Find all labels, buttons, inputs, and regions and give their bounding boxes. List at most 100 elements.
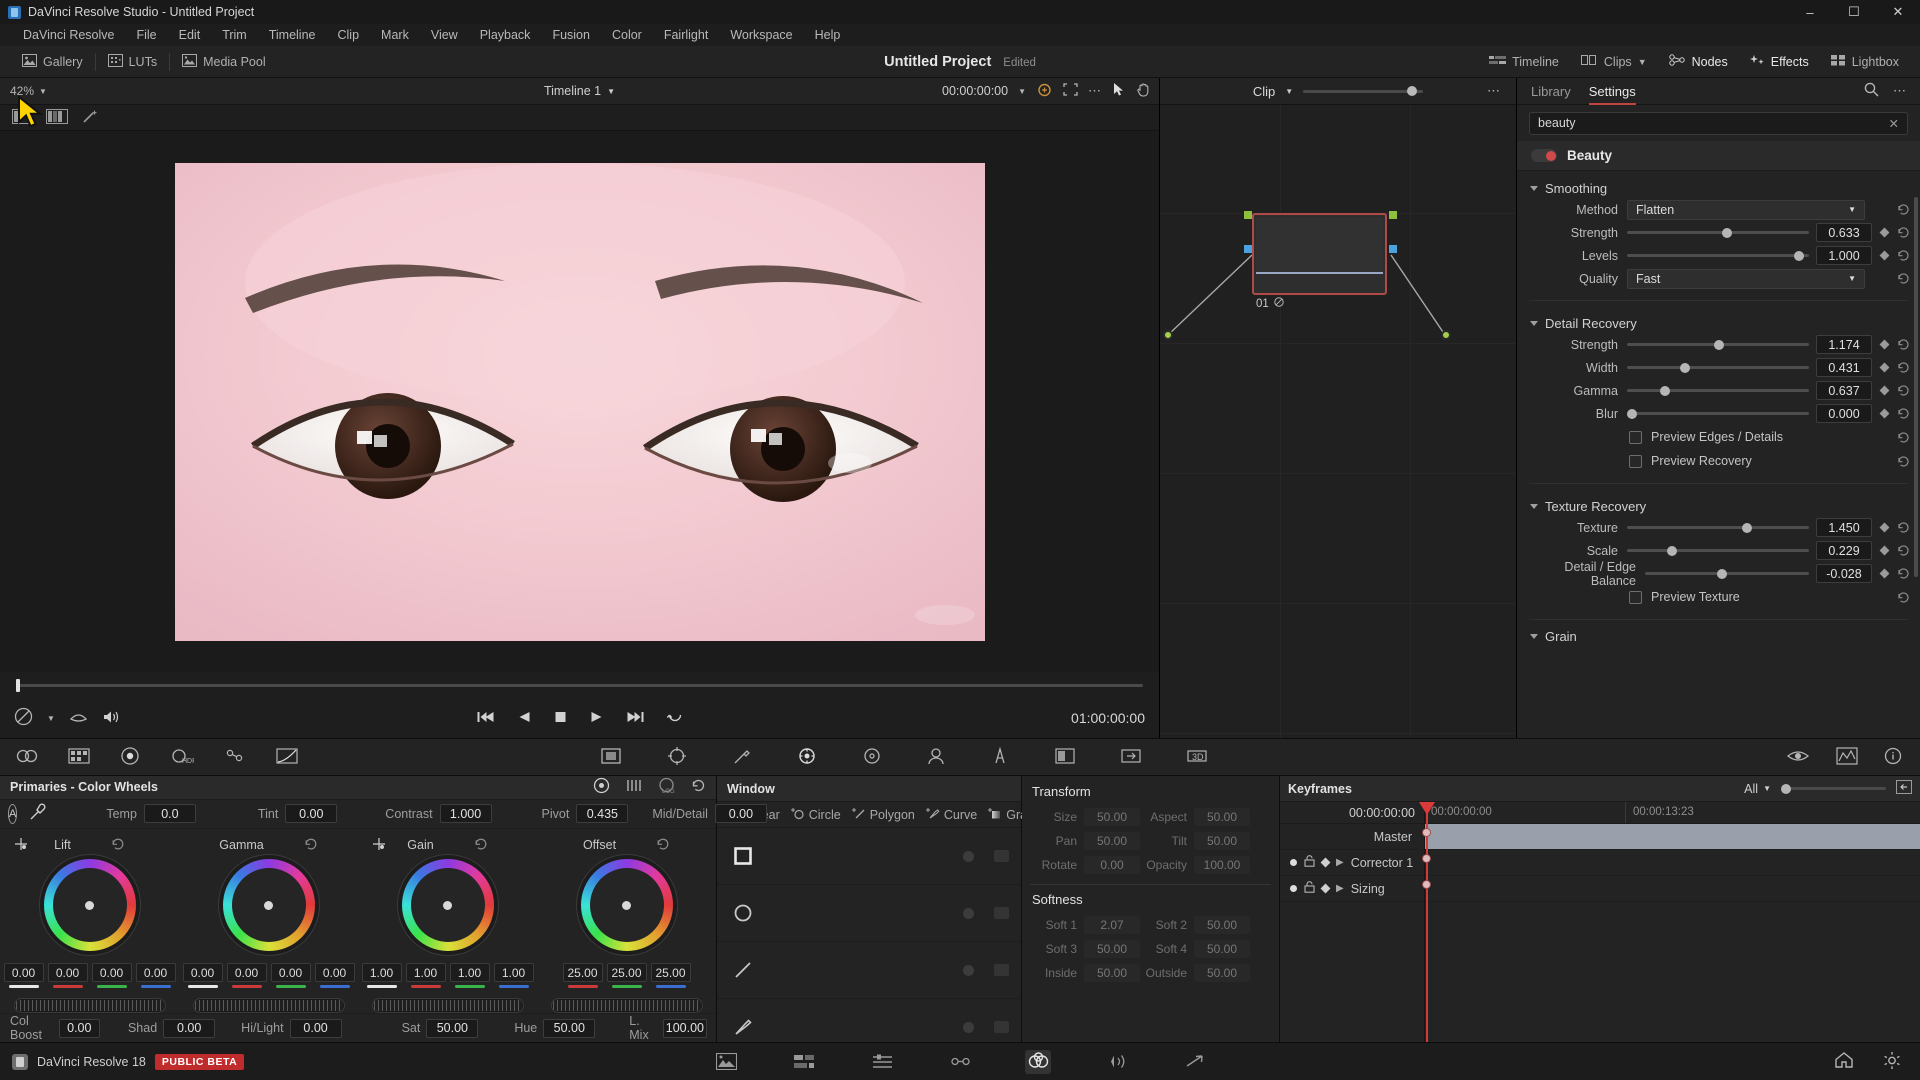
- detail-blur-value[interactable]: 0.000: [1816, 404, 1872, 423]
- menu-trim[interactable]: Trim: [211, 24, 258, 46]
- stereo-3d-icon[interactable]: 3D: [1186, 746, 1208, 769]
- jump-to-end-button[interactable]: [625, 710, 644, 727]
- single-view-icon[interactable]: [12, 108, 32, 127]
- tracker-icon[interactable]: [666, 746, 688, 769]
- lift-color-wheel[interactable]: [43, 859, 136, 951]
- node-output-endpoint[interactable]: [1441, 330, 1451, 340]
- reset-icon[interactable]: [1897, 361, 1910, 374]
- lock-icon[interactable]: [1304, 881, 1315, 896]
- detail-edge-balance-slider[interactable]: [1645, 568, 1809, 579]
- keyframe-diamond-icon[interactable]: [1320, 883, 1331, 894]
- window-list[interactable]: [717, 828, 1021, 1042]
- shad-value[interactable]: 0.00: [163, 1018, 216, 1038]
- node-zoom-knob[interactable]: [1407, 86, 1418, 96]
- menu-playback[interactable]: Playback: [469, 24, 542, 46]
- hdr-wheels-icon[interactable]: HDR: [170, 746, 197, 769]
- loop-playback-button[interactable]: [666, 710, 683, 727]
- col-boost-value[interactable]: 0.00: [58, 1018, 100, 1038]
- value-box[interactable]: 25.00: [606, 963, 647, 982]
- slider-knob[interactable]: [1659, 385, 1670, 396]
- mask-toggle[interactable]: [994, 907, 1009, 919]
- menu-file[interactable]: File: [125, 24, 167, 46]
- expand-track-icon[interactable]: ▶: [1336, 857, 1344, 868]
- chevron-down-icon[interactable]: ▼: [1018, 87, 1026, 96]
- key-icon[interactable]: [1054, 746, 1076, 769]
- texture-slider[interactable]: [1627, 522, 1809, 533]
- slider-knob[interactable]: [1794, 250, 1805, 261]
- reset-icon[interactable]: [1897, 521, 1910, 534]
- keyframes-ruler[interactable]: 00:00:00:00 00:00:13:23: [1425, 802, 1920, 824]
- face-refinement-icon[interactable]: [926, 746, 946, 769]
- node-input-port[interactable]: [1244, 211, 1252, 219]
- reset-icon[interactable]: [1897, 544, 1910, 557]
- lift-master-wheel[interactable]: [13, 998, 166, 1013]
- menu-clip[interactable]: Clip: [327, 24, 371, 46]
- magic-wand-icon[interactable]: [82, 109, 99, 127]
- invert-toggle[interactable]: [963, 850, 974, 862]
- node-mode-label[interactable]: Clip: [1253, 84, 1275, 99]
- reset-icon[interactable]: [1897, 338, 1910, 351]
- keyframe-marker-master[interactable]: [1422, 828, 1431, 837]
- effects-toggle-button[interactable]: Effects: [1739, 46, 1820, 78]
- fairlight-page-button[interactable]: [1103, 1050, 1129, 1074]
- keyframes-playhead[interactable]: [1419, 802, 1435, 1042]
- slider-knob[interactable]: [1741, 522, 1752, 533]
- audio-icon[interactable]: [102, 709, 121, 728]
- log-wheels-mode-icon[interactable]: LOG: [658, 777, 675, 797]
- quality-dropdown[interactable]: Fast ▼: [1627, 268, 1865, 289]
- lock-icon[interactable]: [1304, 855, 1315, 870]
- media-page-button[interactable]: [713, 1050, 739, 1074]
- slider-knob[interactable]: [1679, 362, 1690, 373]
- keyframe-diamond-icon[interactable]: [1879, 362, 1890, 373]
- slider-knob[interactable]: [1667, 545, 1678, 556]
- minimize-button[interactable]: –: [1788, 0, 1832, 24]
- viewer-options-icon[interactable]: ⋯: [1088, 83, 1103, 99]
- mask-toggle[interactable]: [994, 964, 1009, 976]
- menu-mark[interactable]: Mark: [370, 24, 420, 46]
- detail-gamma-value[interactable]: 0.637: [1816, 381, 1872, 400]
- slider-knob[interactable]: [1717, 568, 1728, 579]
- sizing-icon[interactable]: [1120, 746, 1142, 769]
- scale-value[interactable]: 0.229: [1816, 541, 1872, 560]
- keyframe-diamond-icon[interactable]: [1879, 227, 1890, 238]
- value-box[interactable]: 1.00: [405, 963, 446, 982]
- gallery-button[interactable]: Gallery: [10, 46, 95, 78]
- node-options-icon[interactable]: ⋯: [1487, 83, 1502, 99]
- value-box[interactable]: 0.00: [270, 963, 311, 982]
- color-match-icon[interactable]: [68, 746, 90, 769]
- soft3-value[interactable]: 50.00: [1084, 940, 1140, 958]
- levels-slider[interactable]: [1627, 250, 1809, 261]
- keyframe-diamond-icon[interactable]: [1879, 250, 1890, 261]
- chevron-down-icon[interactable]: ▼: [1638, 57, 1647, 67]
- scrubber-track[interactable]: [16, 678, 1143, 692]
- lightbox-toggle-button[interactable]: Lightbox: [1820, 46, 1910, 78]
- expand-track-icon[interactable]: ▶: [1336, 883, 1344, 894]
- value-box[interactable]: 0.00: [135, 963, 176, 982]
- menu-fairlight[interactable]: Fairlight: [653, 24, 719, 46]
- node-output-port[interactable]: [1389, 211, 1397, 219]
- wheel-handle[interactable]: [443, 900, 452, 910]
- keyframe-diamond-icon[interactable]: [1879, 408, 1890, 419]
- value-box[interactable]: 0.00: [47, 963, 88, 982]
- keyframe-marker-corrector-1[interactable]: [1422, 854, 1431, 863]
- magic-mask-icon[interactable]: [862, 746, 882, 769]
- rgb-mixer-icon[interactable]: [120, 746, 140, 769]
- tilt-value[interactable]: 50.00: [1194, 832, 1250, 850]
- tab-settings[interactable]: Settings: [1589, 78, 1636, 105]
- node-zoom-slider[interactable]: [1303, 86, 1424, 96]
- scale-slider[interactable]: [1627, 545, 1809, 556]
- keyframe-track-corrector-1[interactable]: ▶ Corrector 1: [1280, 850, 1424, 876]
- reset-icon[interactable]: [1897, 272, 1910, 285]
- polygon-window-button[interactable]: Polygon: [848, 807, 919, 823]
- menu-timeline[interactable]: Timeline: [258, 24, 327, 46]
- sat-value[interactable]: 50.00: [426, 1018, 479, 1038]
- keyframes-timeline[interactable]: 00:00:00:00 00:00:13:23: [1425, 802, 1920, 1042]
- qualifier-icon[interactable]: [732, 746, 752, 769]
- cursor-tool-icon[interactable]: [1113, 82, 1126, 100]
- reset-icon[interactable]: [1897, 455, 1910, 468]
- home-icon[interactable]: [1834, 1051, 1854, 1072]
- detail-blur-slider[interactable]: [1627, 408, 1809, 419]
- curve-window-button[interactable]: Curve: [922, 807, 981, 823]
- size-value[interactable]: 50.00: [1084, 808, 1140, 826]
- scrubber-playhead[interactable]: [16, 678, 20, 692]
